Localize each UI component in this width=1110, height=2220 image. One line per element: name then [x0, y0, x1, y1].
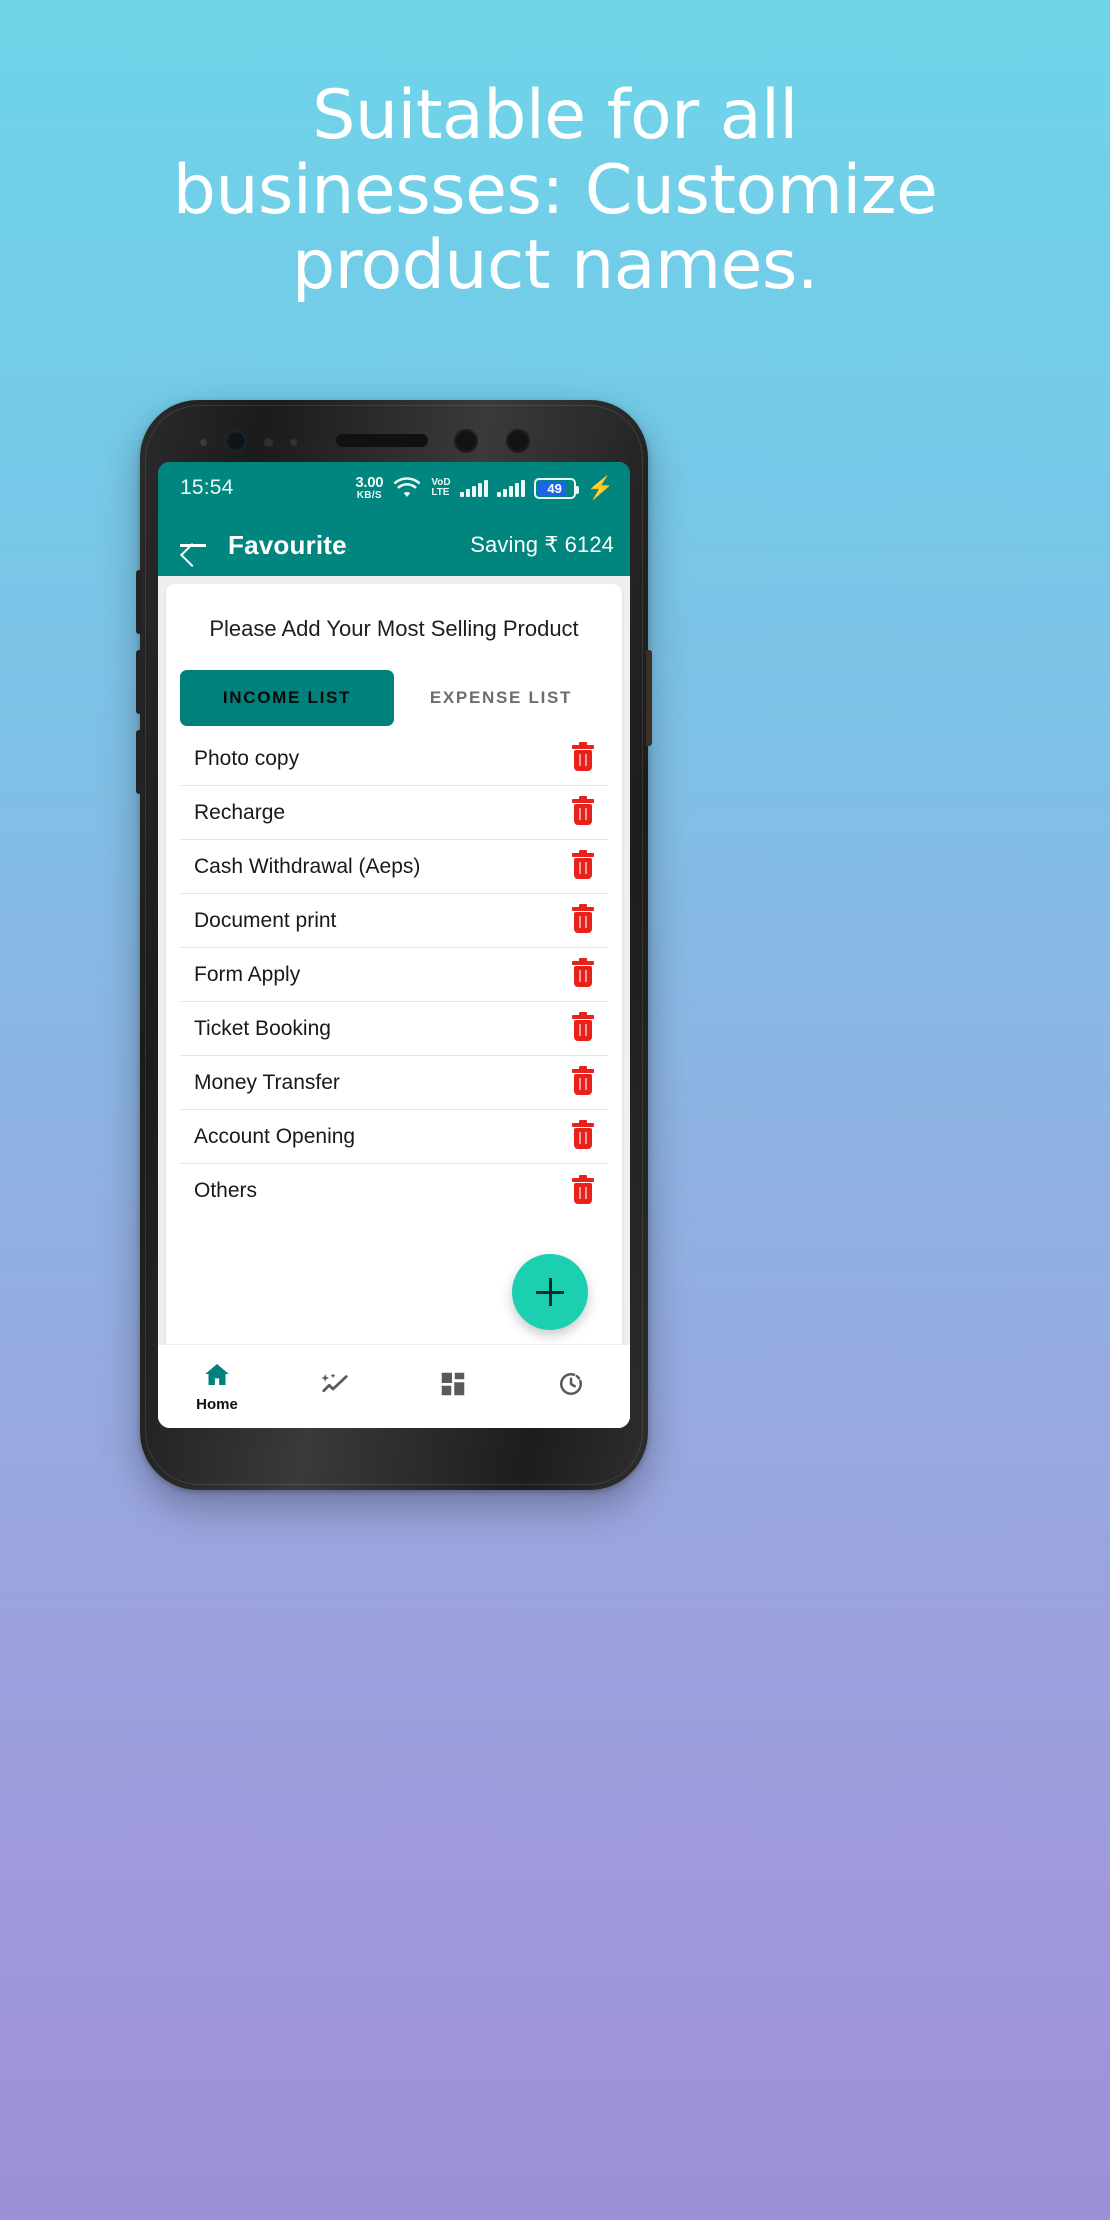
saving-amount-label: Saving ₹ 6124 [470, 532, 614, 557]
signal-bars-icon [459, 479, 488, 497]
battery-icon: 49 [533, 477, 579, 499]
phone-screen: 15:54 3.00 KB/S VoD LTE 49 ⚡ Favourite S… [158, 462, 630, 1428]
phone-sensor-row [140, 422, 648, 462]
trash-icon[interactable] [572, 904, 594, 934]
tab-income-list-label: INCOME LIST [222, 688, 352, 707]
list-item[interactable]: Money Transfer [180, 1056, 608, 1110]
phone-volume-up-button [136, 570, 142, 634]
list-item[interactable]: Photo copy [180, 732, 608, 786]
list-item[interactable]: Form Apply [180, 948, 608, 1002]
tab-bar: INCOME LIST EXPENSE LIST [180, 670, 608, 726]
trash-icon[interactable] [572, 1066, 594, 1096]
list-item-label: Recharge [194, 800, 286, 824]
data-speed-unit: KB/S [356, 490, 382, 501]
headline-line-1: Suitable for all [312, 76, 798, 155]
list-item[interactable]: Document print [180, 894, 608, 948]
status-bar-right-group: 3.00 KB/S VoD LTE 49 ⚡ [355, 473, 614, 503]
back-arrow-icon[interactable] [178, 530, 208, 560]
trash-icon[interactable] [572, 958, 594, 988]
nav-item-history[interactable] [512, 1369, 630, 1405]
data-speed-indicator: 3.00 KB/S [355, 475, 383, 501]
trash-icon[interactable] [572, 796, 594, 826]
tab-expense-list[interactable]: EXPENSE LIST [394, 670, 608, 726]
trash-icon[interactable] [572, 742, 594, 772]
list-item-label: Form Apply [194, 962, 301, 986]
phone-bottom-chin [140, 1430, 648, 1490]
promo-headline: Suitable for all businesses: Customize p… [0, 78, 1110, 303]
nav-item-home[interactable]: Home [158, 1360, 276, 1413]
charging-bolt-icon: ⚡ [586, 475, 614, 500]
page-title: Favourite [228, 529, 347, 560]
headline-line-2: businesses: Customize [172, 151, 938, 230]
volte-indicator: VoD LTE [431, 478, 450, 498]
status-clock: 15:54 [180, 476, 234, 499]
plus-icon [536, 1278, 564, 1306]
signal-bars-icon-sim2 [496, 479, 525, 497]
data-speed-value: 3.00 [355, 474, 384, 491]
add-product-fab[interactable] [512, 1254, 588, 1330]
phone-volume-down-button [136, 650, 142, 714]
tab-expense-list-label: EXPENSE LIST [429, 688, 573, 707]
phone-bixby-button [136, 730, 142, 794]
trash-icon[interactable] [572, 850, 594, 880]
favourite-card: Please Add Your Most Selling Product INC… [166, 584, 622, 1392]
list-item[interactable]: Recharge [180, 786, 608, 840]
sensor-dot-icon [454, 429, 478, 453]
app-bar: Favourite Saving ₹ 6124 [158, 514, 630, 576]
tab-income-list[interactable]: INCOME LIST [180, 670, 394, 726]
bottom-navigation-bar: Home [158, 1344, 630, 1428]
sensor-dot-icon [506, 429, 530, 453]
volte-line-2: LTE [431, 487, 450, 498]
list-item-label: Ticket Booking [194, 1016, 331, 1040]
list-item-label: Document print [194, 908, 337, 932]
front-camera-icon [225, 430, 247, 452]
trash-icon[interactable] [572, 1120, 594, 1150]
earpiece-speaker [336, 434, 428, 447]
list-item-label: Cash Withdrawal (Aeps) [194, 854, 421, 878]
magic-wand-sparkle-icon [321, 1372, 348, 1392]
list-item-label: Photo copy [194, 746, 300, 770]
phone-mockup: 15:54 3.00 KB/S VoD LTE 49 ⚡ Favourite S… [136, 400, 652, 1490]
app-content-area: Please Add Your Most Selling Product INC… [158, 576, 630, 1428]
headline-line-3: product names. [291, 226, 819, 305]
list-item[interactable]: Others [180, 1164, 608, 1218]
card-title: Please Add Your Most Selling Product [209, 616, 579, 641]
history-clock-icon [560, 1372, 582, 1395]
trash-icon[interactable] [572, 1174, 594, 1205]
sensor-dot-icon [264, 438, 273, 447]
sensor-dot-icon [200, 439, 207, 446]
list-item[interactable]: Cash Withdrawal (Aeps) [180, 840, 608, 894]
list-item[interactable]: Account Opening [180, 1110, 608, 1164]
sensor-dot-icon [290, 439, 297, 446]
list-item[interactable]: Ticket Booking [180, 1002, 608, 1056]
nav-item-dashboard[interactable] [394, 1369, 512, 1405]
phone-power-button [646, 650, 652, 746]
dashboard-grid-icon [441, 1372, 465, 1395]
product-list: Photo copy Recharge Cash Withdrawal (Aep… [180, 732, 608, 1218]
nav-item-insights[interactable] [276, 1369, 394, 1405]
home-icon [205, 1364, 229, 1385]
list-item-label: Money Transfer [194, 1070, 340, 1094]
battery-percent-label: 49 [547, 480, 562, 496]
list-item-label: Others [194, 1179, 258, 1202]
status-bar: 15:54 3.00 KB/S VoD LTE 49 ⚡ [158, 462, 630, 514]
trash-icon[interactable] [572, 1012, 594, 1042]
nav-item-home-label: Home [196, 1396, 238, 1413]
wifi-icon [394, 477, 421, 497]
list-item-label: Account Opening [194, 1124, 356, 1148]
